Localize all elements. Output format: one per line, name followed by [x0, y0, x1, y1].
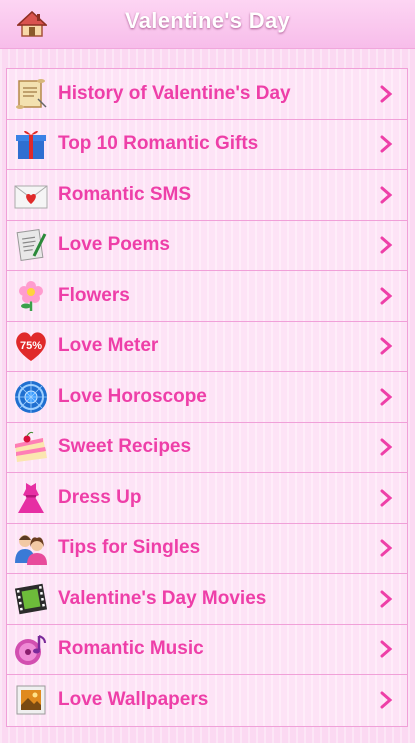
menu-list: History of Valentine's Day Top 10 Romant… — [6, 68, 408, 727]
film-strip-icon — [12, 580, 50, 618]
menu-item-flowers[interactable]: Flowers — [7, 271, 407, 322]
menu-item-label: Top 10 Romantic Gifts — [58, 133, 259, 155]
music-icon — [12, 630, 50, 668]
chevron-right-icon — [380, 691, 393, 709]
menu-item-label: History of Valentine's Day — [58, 82, 291, 104]
couple-icon — [12, 529, 50, 567]
chevron-right-icon — [380, 438, 393, 456]
menu-item-sms[interactable]: Romantic SMS — [7, 170, 407, 221]
menu-item-label: Valentine's Day Movies — [58, 587, 267, 609]
meter-badge: 75% — [20, 340, 42, 352]
menu-item-movies[interactable]: Valentine's Day Movies — [7, 574, 407, 625]
flower-icon — [12, 277, 50, 315]
menu-item-music[interactable]: Romantic Music — [7, 624, 407, 675]
chevron-right-icon — [380, 186, 393, 204]
poem-paper-icon — [12, 226, 50, 264]
menu-item-dress-up[interactable]: Dress Up — [7, 473, 407, 524]
chevron-right-icon — [380, 640, 393, 658]
menu-item-recipes[interactable]: Sweet Recipes — [7, 422, 407, 473]
dress-icon — [12, 479, 50, 517]
menu-item-label: Tips for Singles — [58, 537, 201, 559]
chevron-right-icon — [380, 337, 393, 355]
love-letter-icon — [12, 176, 50, 214]
menu-item-label: Love Meter — [58, 335, 159, 357]
chevron-right-icon — [380, 287, 393, 305]
wallpaper-icon — [12, 681, 50, 719]
menu-item-history[interactable]: History of Valentine's Day — [7, 69, 407, 120]
chevron-right-icon — [380, 236, 393, 254]
gift-icon — [12, 125, 50, 163]
scroll-icon — [12, 75, 50, 113]
menu-item-gifts[interactable]: Top 10 Romantic Gifts — [7, 119, 407, 170]
chevron-right-icon — [380, 489, 393, 507]
menu-item-singles[interactable]: Tips for Singles — [7, 523, 407, 574]
chevron-right-icon — [380, 135, 393, 153]
header-bar: Valentine's Day — [0, 0, 415, 49]
page-title: Valentine's Day — [124, 8, 291, 33]
menu-item-label: Love Poems — [58, 234, 170, 256]
menu-item-poems[interactable]: Love Poems — [7, 220, 407, 271]
menu-item-label: Love Wallpapers — [58, 689, 209, 711]
chevron-right-icon — [380, 388, 393, 406]
chevron-right-icon — [380, 85, 393, 103]
menu-item-label: Sweet Recipes — [58, 436, 192, 458]
zodiac-wheel-icon — [12, 378, 50, 416]
chevron-right-icon — [380, 539, 393, 557]
menu-item-love-meter[interactable]: 75% Love Meter — [7, 321, 407, 372]
menu-item-horoscope[interactable]: Love Horoscope — [7, 372, 407, 423]
menu-item-label: Romantic Music — [58, 638, 204, 660]
menu-item-label: Romantic SMS — [58, 183, 192, 205]
menu-item-label: Flowers — [58, 284, 130, 306]
cake-icon — [12, 428, 50, 466]
menu-item-label: Love Horoscope — [58, 385, 207, 407]
menu-item-wallpapers[interactable]: Love Wallpapers — [7, 675, 407, 726]
menu-item-label: Dress Up — [58, 486, 142, 508]
chevron-right-icon — [380, 590, 393, 608]
heart-meter-icon: 75% — [12, 327, 50, 365]
